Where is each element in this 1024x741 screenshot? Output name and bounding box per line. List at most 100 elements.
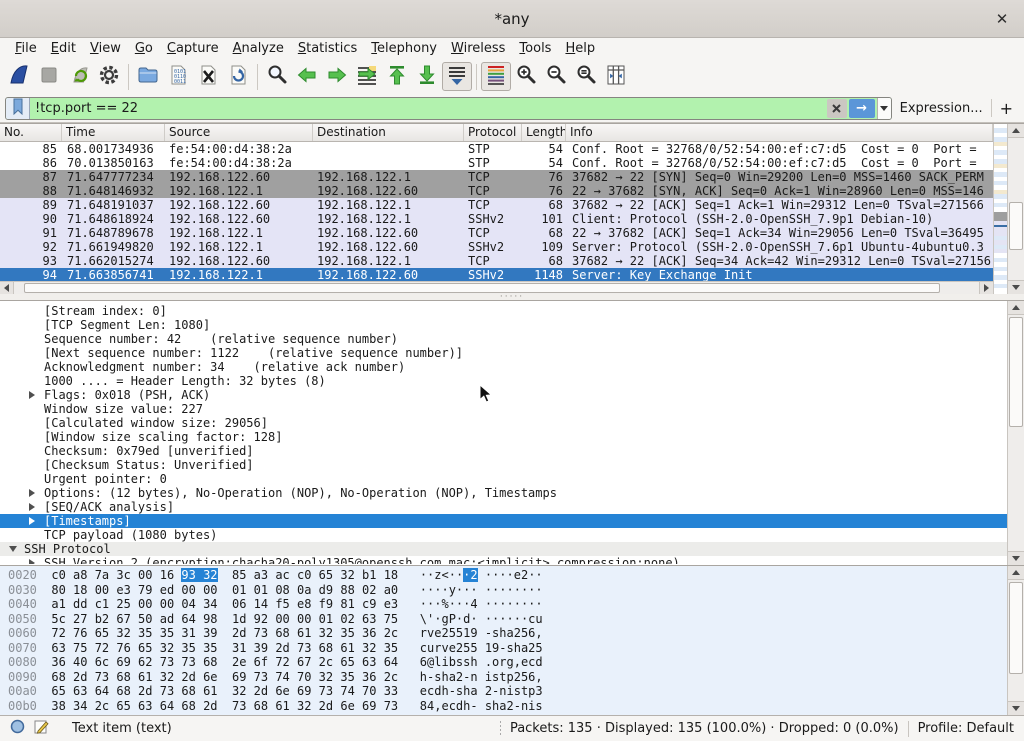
detail-line-18[interactable]: SSH Version 2 (encryption:chacha20-poly1… xyxy=(0,556,1024,564)
resize-columns-button[interactable] xyxy=(601,62,631,91)
profile-label[interactable]: Profile: Default xyxy=(918,721,1014,736)
menu-analyze[interactable]: Analyze xyxy=(226,40,291,57)
collapsed-expander-icon[interactable] xyxy=(29,489,35,497)
detail-line-4[interactable]: Acknowledgment number: 34 (relative ack … xyxy=(0,360,1024,374)
detail-line-7[interactable]: Window size value: 227 xyxy=(0,402,1024,416)
detail-line-1[interactable]: [TCP Segment Len: 1080] xyxy=(0,318,1024,332)
packet-list-hscrollbar[interactable] xyxy=(0,281,993,294)
bytes-vscrollbar[interactable] xyxy=(1007,566,1024,715)
hex-row-0020[interactable]: 0020 c0 a8 7a 3c 00 16 93 32 85 a3 ac c0… xyxy=(8,568,1024,583)
detail-line-2[interactable]: Sequence number: 42 (relative sequence n… xyxy=(0,332,1024,346)
close-file-button[interactable] xyxy=(193,62,223,91)
filter-apply-button[interactable]: → xyxy=(849,99,875,118)
scroll-down-arrow[interactable] xyxy=(1008,701,1024,715)
go-to-packet-button[interactable] xyxy=(352,62,382,91)
packet-row-92[interactable]: 9271.661949820192.168.122.1192.168.122.6… xyxy=(0,240,993,254)
packet-row-86[interactable]: 8670.013850163fe:54:00:d4:38:2aSTP54Conf… xyxy=(0,156,993,170)
vscroll-thumb[interactable] xyxy=(1009,317,1023,427)
scroll-up-arrow[interactable] xyxy=(1008,566,1024,580)
add-filter-button[interactable]: + xyxy=(998,99,1019,118)
detail-line-8[interactable]: [Calculated window size: 29056] xyxy=(0,416,1024,430)
column-header-info[interactable]: Info xyxy=(566,124,993,141)
hex-row-0080[interactable]: 0080 36 40 6c 69 62 73 73 68 2e 6f 72 67… xyxy=(8,655,1024,670)
hex-row-0040[interactable]: 0040 a1 dd c1 25 00 00 04 34 06 14 f5 e8… xyxy=(8,597,1024,612)
collapsed-expander-icon[interactable] xyxy=(29,559,35,564)
detail-line-12[interactable]: Urgent pointer: 0 xyxy=(0,472,1024,486)
capture-options-button[interactable] xyxy=(94,62,124,91)
colorize-button[interactable] xyxy=(481,62,511,91)
collapsed-expander-icon[interactable] xyxy=(29,503,35,511)
go-forward-button[interactable] xyxy=(322,62,352,91)
menu-capture[interactable]: Capture xyxy=(160,40,226,57)
detail-vscrollbar[interactable] xyxy=(1007,301,1024,565)
detail-line-3[interactable]: [Next sequence number: 1122 (relative se… xyxy=(0,346,1024,360)
collapsed-expander-icon[interactable] xyxy=(29,517,35,525)
expanded-expander-icon[interactable] xyxy=(9,546,17,552)
detail-line-14[interactable]: [SEQ/ACK analysis] xyxy=(0,500,1024,514)
packet-row-87[interactable]: 8771.647777234192.168.122.60192.168.122.… xyxy=(0,170,993,184)
column-header-no[interactable]: No. xyxy=(0,124,62,141)
scroll-right-arrow[interactable] xyxy=(979,282,993,294)
menu-view[interactable]: View xyxy=(83,40,128,57)
restart-capture-button[interactable] xyxy=(64,62,94,91)
intelligent-scrollbar-minimap[interactable] xyxy=(993,124,1007,294)
menu-help[interactable]: Help xyxy=(558,40,602,57)
find-packet-button[interactable] xyxy=(262,62,292,91)
menu-statistics[interactable]: Statistics xyxy=(291,40,364,57)
scroll-down-arrow[interactable] xyxy=(1008,280,1024,294)
open-file-button[interactable] xyxy=(133,62,163,91)
go-back-button[interactable] xyxy=(292,62,322,91)
filter-bookmark-button[interactable] xyxy=(6,98,30,119)
hex-row-0060[interactable]: 0060 72 76 65 32 35 35 31 39 2d 73 68 61… xyxy=(8,626,1024,641)
menu-file[interactable]: File xyxy=(8,40,44,57)
auto-scroll-button[interactable] xyxy=(442,62,472,91)
column-header-protocol[interactable]: Protocol xyxy=(464,124,522,141)
menu-tools[interactable]: Tools xyxy=(512,40,558,57)
packet-row-88[interactable]: 8871.648146932192.168.122.1192.168.122.6… xyxy=(0,184,993,198)
packet-row-90[interactable]: 9071.648618924192.168.122.60192.168.122.… xyxy=(0,212,993,226)
hscroll-track[interactable] xyxy=(14,282,979,294)
reload-file-button[interactable] xyxy=(223,62,253,91)
hex-row-0070[interactable]: 0070 63 75 72 76 65 32 35 35 31 39 2d 73… xyxy=(8,641,1024,656)
packet-row-94[interactable]: 9471.663856741192.168.122.1192.168.122.6… xyxy=(0,268,993,281)
hex-row-00a0[interactable]: 00a0 65 63 64 68 2d 73 68 61 32 2d 6e 69… xyxy=(8,684,1024,699)
hex-row-00b0[interactable]: 00b0 38 34 2c 65 63 64 68 2d 73 68 61 32… xyxy=(8,699,1024,714)
packet-row-85[interactable]: 8568.001734936fe:54:00:d4:38:2aSTP54Conf… xyxy=(0,142,993,156)
detail-line-17[interactable]: SSH Protocol xyxy=(0,542,1024,556)
stop-capture-button[interactable] xyxy=(34,62,64,91)
menu-edit[interactable]: Edit xyxy=(44,40,83,57)
detail-line-15[interactable]: [Timestamps] xyxy=(0,514,1024,528)
column-header-time[interactable]: Time xyxy=(62,124,165,141)
scroll-down-arrow[interactable] xyxy=(1008,551,1024,565)
filter-clear-button[interactable] xyxy=(827,99,847,118)
detail-line-5[interactable]: 1000 .... = Header Length: 32 bytes (8) xyxy=(0,374,1024,388)
capture-comment-icon[interactable] xyxy=(34,719,49,739)
menu-wireless[interactable]: Wireless xyxy=(444,40,512,57)
expression-button[interactable]: Expression... xyxy=(898,101,985,116)
title-bar[interactable]: *any ✕ xyxy=(0,0,1024,38)
zoom-out-button[interactable] xyxy=(541,62,571,91)
vscroll-thumb[interactable] xyxy=(1009,582,1023,674)
zoom-in-button[interactable] xyxy=(511,62,541,91)
detail-line-6[interactable]: Flags: 0x018 (PSH, ACK) xyxy=(0,388,1024,402)
scroll-left-arrow[interactable] xyxy=(0,282,14,294)
detail-line-11[interactable]: [Checksum Status: Unverified] xyxy=(0,458,1024,472)
hex-row-0030[interactable]: 0030 80 18 00 e3 79 ed 00 00 01 01 08 0a… xyxy=(8,583,1024,598)
hex-row-0050[interactable]: 0050 5c 27 b2 67 50 ad 64 98 1d 92 00 00… xyxy=(8,612,1024,627)
go-first-packet-button[interactable] xyxy=(382,62,412,91)
save-file-button[interactable]: 010101100011 xyxy=(163,62,193,91)
hex-row-0090[interactable]: 0090 68 2d 73 68 61 32 2d 6e 69 73 74 70… xyxy=(8,670,1024,685)
start-capture-button[interactable] xyxy=(4,62,34,91)
column-header-source[interactable]: Source xyxy=(165,124,313,141)
detail-line-9[interactable]: [Window size scaling factor: 128] xyxy=(0,430,1024,444)
packet-row-91[interactable]: 9171.648789678192.168.122.1192.168.122.6… xyxy=(0,226,993,240)
packet-row-93[interactable]: 9371.662015274192.168.122.60192.168.122.… xyxy=(0,254,993,268)
detail-line-0[interactable]: [Stream index: 0] xyxy=(0,304,1024,318)
scroll-up-arrow[interactable] xyxy=(1008,124,1024,138)
detail-line-10[interactable]: Checksum: 0x79ed [unverified] xyxy=(0,444,1024,458)
go-last-packet-button[interactable] xyxy=(412,62,442,91)
close-window-button[interactable]: ✕ xyxy=(992,9,1012,29)
scroll-up-arrow[interactable] xyxy=(1008,301,1024,315)
expert-info-icon[interactable] xyxy=(10,719,25,738)
detail-line-13[interactable]: Options: (12 bytes), No-Operation (NOP),… xyxy=(0,486,1024,500)
